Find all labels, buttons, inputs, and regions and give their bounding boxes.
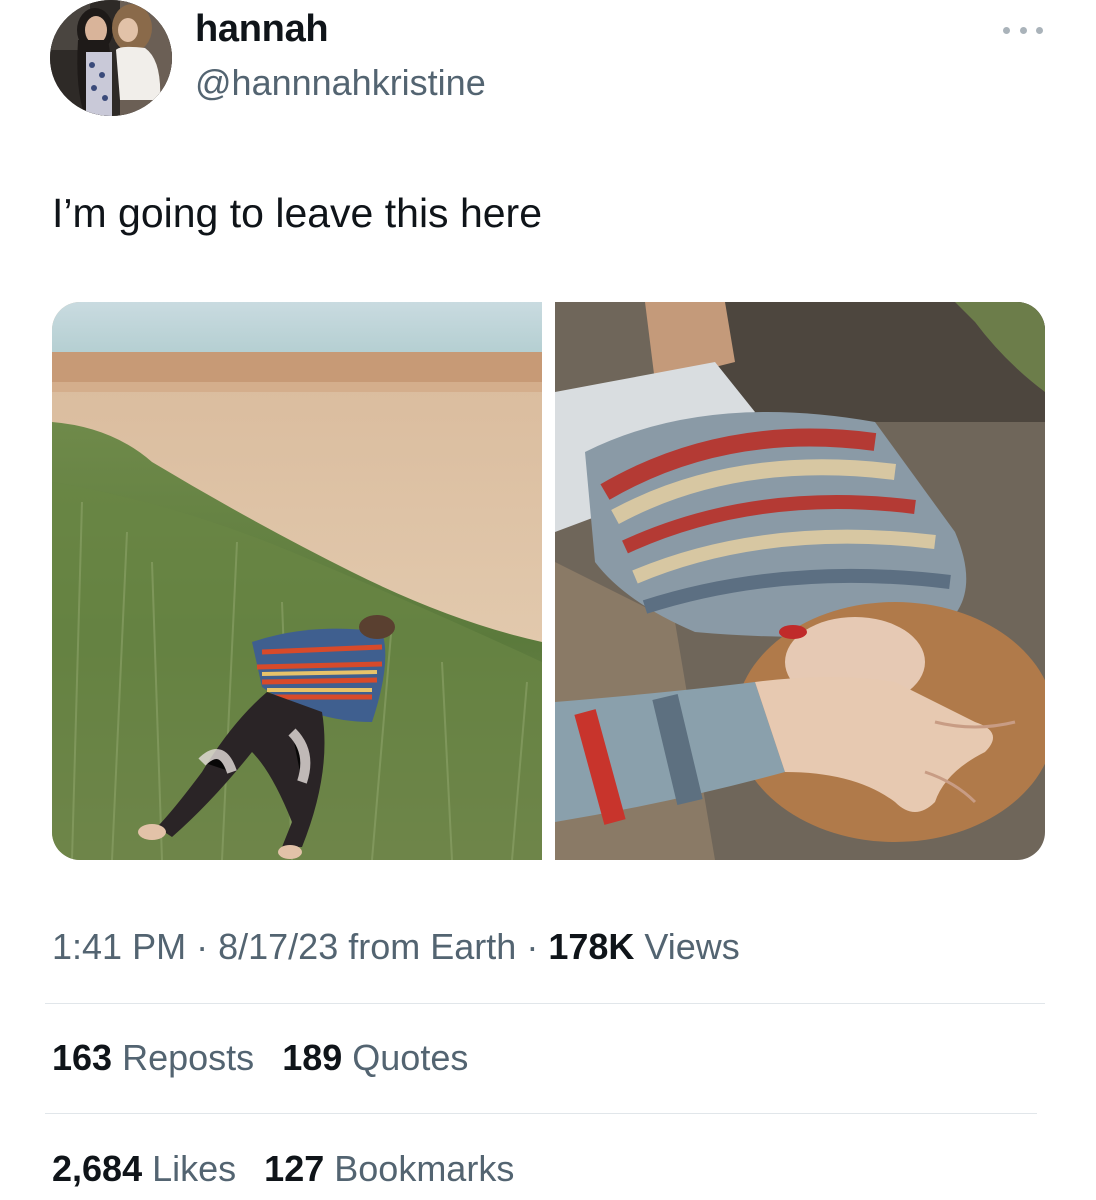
media-photo-1[interactable]	[52, 302, 542, 860]
meta-separator: ·	[526, 926, 539, 967]
views-label: Views	[644, 926, 740, 967]
divider	[45, 1003, 1045, 1004]
meta-separator: ·	[196, 926, 209, 967]
more-options-button[interactable]	[1003, 20, 1043, 40]
user-handle[interactable]: @hannnahkristine	[195, 62, 486, 104]
likes-stat[interactable]: 2,684 Likes	[52, 1148, 246, 1189]
tweet-media	[52, 302, 1045, 860]
avatar-photo	[50, 0, 172, 116]
avatar[interactable]	[50, 0, 172, 116]
reposts-label: Reposts	[122, 1037, 255, 1078]
tweet-meta: 1:41 PM · 8/17/23 from Earth · 178K View…	[52, 926, 740, 968]
divider	[45, 1113, 1037, 1114]
reposts-stat[interactable]: 163 Reposts	[52, 1037, 264, 1078]
quotes-stat[interactable]: 189 Quotes	[282, 1037, 468, 1078]
bookmarks-label: Bookmarks	[334, 1148, 515, 1189]
bookmarks-stat[interactable]: 127 Bookmarks	[264, 1148, 514, 1189]
beach-grass-photo	[52, 302, 542, 860]
tweet-time[interactable]: 1:41 PM	[52, 926, 186, 967]
quotes-count: 189	[282, 1037, 343, 1078]
striped-sweater-photo	[555, 302, 1045, 860]
tweet-date[interactable]: 8/17/23	[218, 926, 338, 967]
reposts-count: 163	[52, 1037, 113, 1078]
tweet-source: from Earth	[348, 926, 517, 967]
media-photo-2[interactable]	[555, 302, 1045, 860]
likes-label: Likes	[152, 1148, 237, 1189]
engagement-row-1: 163 Reposts 189 Quotes	[52, 1037, 486, 1079]
tweet-text: I’m going to leave this here	[52, 190, 542, 236]
quotes-label: Quotes	[352, 1037, 469, 1078]
likes-count: 2,684	[52, 1148, 143, 1189]
more-dots-icon	[1019, 26, 1027, 34]
more-dots-icon	[1036, 26, 1043, 34]
bookmarks-count: 127	[264, 1148, 325, 1189]
display-name[interactable]: hannah	[195, 8, 329, 51]
views-count: 178K	[548, 926, 635, 967]
engagement-row-2: 2,684 Likes 127 Bookmarks	[52, 1148, 532, 1190]
more-dots-icon	[1003, 26, 1010, 34]
